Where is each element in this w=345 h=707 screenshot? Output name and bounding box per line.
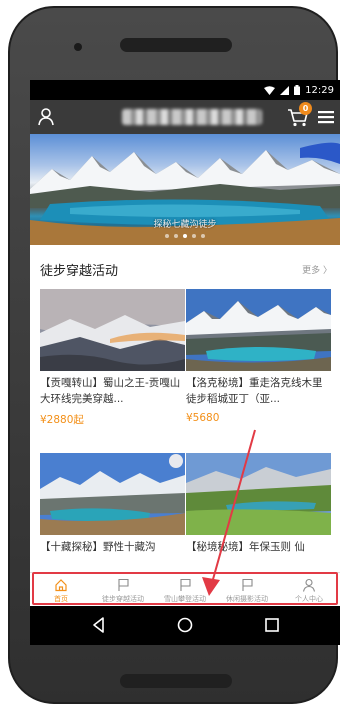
activity-card[interactable]: 【秘境秘境】年保玉则 仙 <box>186 453 331 571</box>
banner-dot[interactable] <box>174 234 178 238</box>
flag-icon <box>180 578 191 591</box>
tab-profile[interactable]: 个人中心 <box>278 573 340 607</box>
bottom-tab-bar: 首页 徒步穿越活动 雪山攀登活动 休闲摄影活动 个人中心 <box>30 572 340 606</box>
tab-label: 个人中心 <box>295 595 323 603</box>
home-nav-icon[interactable] <box>174 614 196 636</box>
tab-photography[interactable]: 休闲摄影活动 <box>216 573 278 607</box>
home-icon <box>55 579 67 592</box>
app-bar: ······ ···· 0 <box>30 100 340 134</box>
card-image <box>186 453 331 535</box>
tab-label: 首页 <box>54 595 68 603</box>
tab-label: 雪山攀登活动 <box>164 595 206 603</box>
status-time: 12:29 <box>305 84 334 96</box>
wifi-icon <box>264 85 276 95</box>
bottom-speaker <box>120 674 232 688</box>
status-bar: 12:29 <box>30 80 340 100</box>
flag-icon <box>242 578 253 591</box>
banner-dot[interactable] <box>201 234 205 238</box>
banner-dot[interactable] <box>165 234 169 238</box>
section-header: 徒步穿越活动 更多 〉 <box>30 245 340 289</box>
activity-card[interactable]: 【贡嘎转山】蜀山之王-贡嘎山大环线完美穿越... ¥2880起 <box>40 289 185 427</box>
tab-label: 休闲摄影活动 <box>226 595 268 603</box>
menu-icon[interactable] <box>317 107 335 127</box>
activity-card[interactable]: 【十藏探秘】野性十藏沟 <box>40 453 185 571</box>
card-price: ¥2880起 <box>40 414 84 426</box>
recents-icon[interactable] <box>261 614 283 636</box>
card-image <box>40 289 185 371</box>
hero-banner[interactable]: 探秘七藏沟徒步 <box>30 134 340 245</box>
card-title: 【秘境秘境】年保玉则 仙 <box>186 541 305 553</box>
card-price: ¥5680 <box>186 412 220 424</box>
tab-label: 徒步穿越活动 <box>102 595 144 603</box>
section-title: 徒步穿越活动 <box>40 264 119 279</box>
tab-hiking[interactable]: 徒步穿越活动 <box>92 573 154 607</box>
cart-count-badge: 0 <box>299 102 312 115</box>
tab-home[interactable]: 首页 <box>30 573 92 607</box>
signal-icon <box>280 85 290 95</box>
banner-caption: 探秘七藏沟徒步 <box>153 220 217 230</box>
front-camera <box>74 43 82 51</box>
card-image <box>186 289 331 371</box>
system-nav-bar <box>30 606 340 645</box>
activity-card[interactable]: 【洛克秘境】重走洛克线木里徒步稻城亚丁（亚... ¥5680 <box>186 289 331 424</box>
earpiece-speaker <box>120 38 232 52</box>
tab-climbing[interactable]: 雪山攀登活动 <box>154 573 216 607</box>
card-image <box>40 453 185 535</box>
card-title: 【十藏探秘】野性十藏沟 <box>40 541 156 553</box>
card-title: 【贡嘎转山】蜀山之王-贡嘎山大环线完美穿越... <box>40 377 181 405</box>
app-title: ······ ···· <box>122 109 262 125</box>
user-icon[interactable] <box>36 106 58 128</box>
banner-pagination[interactable] <box>30 234 340 238</box>
banner-dot[interactable] <box>192 234 196 238</box>
flag-icon <box>118 578 129 591</box>
banner-dot-active[interactable] <box>183 234 187 238</box>
phone-screen: 12:29 ······ ···· 0 <box>30 80 340 645</box>
card-title: 【洛克秘境】重走洛克线木里徒步稻城亚丁（亚... <box>186 377 323 405</box>
more-link[interactable]: 更多 〉 <box>302 263 332 276</box>
person-icon <box>302 578 316 592</box>
battery-icon <box>294 85 301 95</box>
phone-frame: 12:29 ······ ···· 0 <box>8 6 340 704</box>
back-icon[interactable] <box>88 614 110 636</box>
